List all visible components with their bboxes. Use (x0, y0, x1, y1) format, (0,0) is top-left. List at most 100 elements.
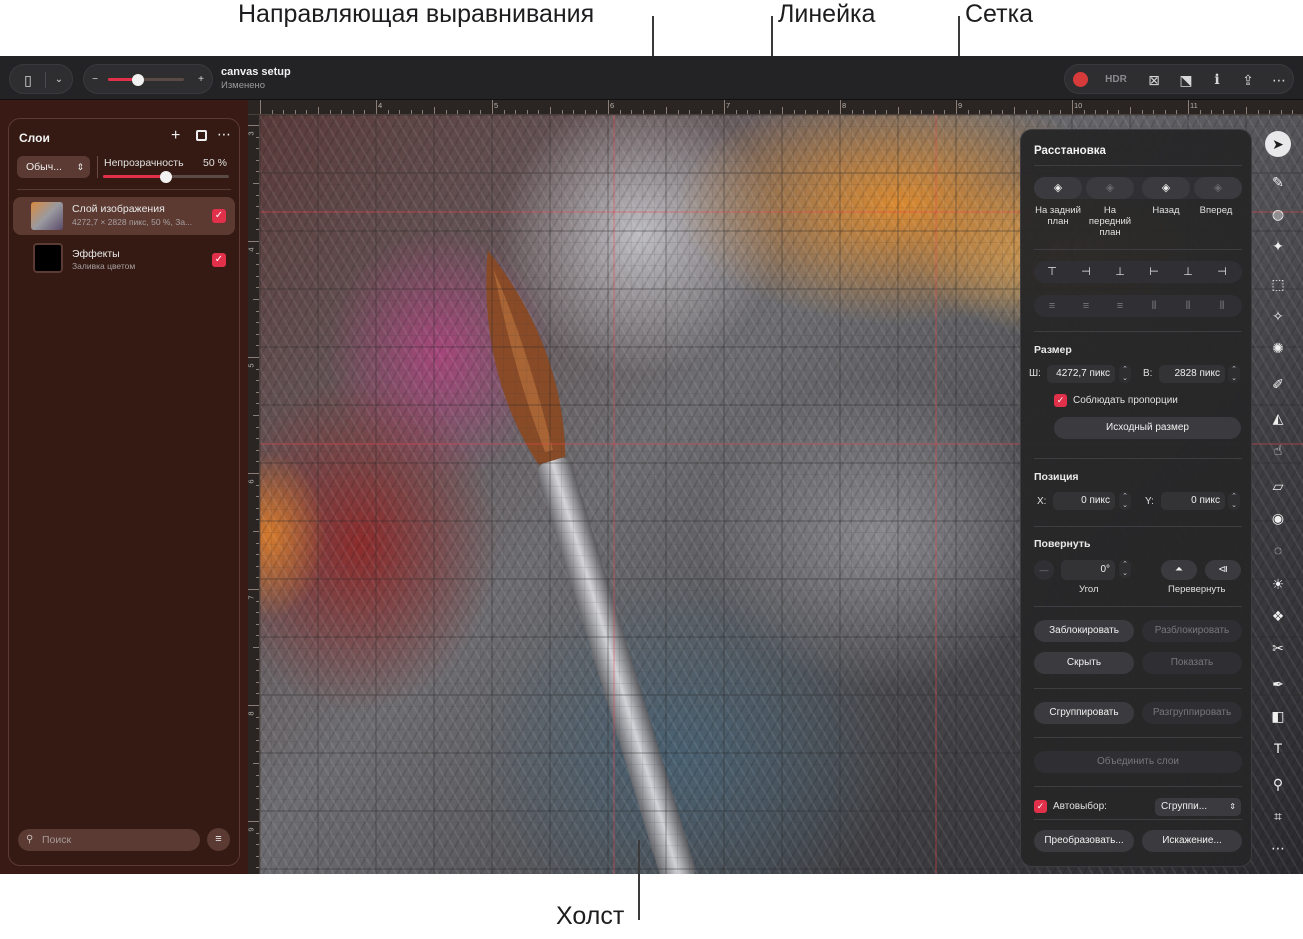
transform-button[interactable]: Преобразовать... (1034, 830, 1134, 852)
layer-name: Эффекты (72, 248, 120, 260)
y-stepper[interactable]: ⌃ ⌄ (1228, 492, 1240, 510)
layer-row-effects[interactable]: Эффекты Заливка цветом ✓ (13, 239, 235, 277)
angle-stepper[interactable]: ⌃ ⌄ (1119, 560, 1131, 578)
send-backward-icon[interactable]: ◈ (1142, 177, 1190, 199)
group-button[interactable]: Сгруппировать (1034, 702, 1134, 724)
chevron-down-icon[interactable]: ⌄ (48, 65, 70, 95)
record-icon[interactable] (1073, 72, 1088, 87)
show-button[interactable]: Показать (1142, 652, 1242, 674)
arrange-title: Расстановка (1034, 145, 1106, 157)
x-stepper[interactable]: ⌃ ⌄ (1119, 492, 1131, 510)
layer-visibility-checkbox[interactable]: ✓ (212, 209, 226, 223)
align-left-icon[interactable]: ⊢ (1142, 264, 1166, 280)
angle-dial[interactable]: — (1034, 560, 1054, 580)
hide-button[interactable]: Скрыть (1034, 652, 1134, 674)
height-stepper[interactable]: ⌃ ⌄ (1228, 365, 1240, 383)
mask-icon[interactable] (196, 130, 207, 141)
pointer-icon[interactable]: ➤ (1265, 131, 1291, 157)
zoom-slider[interactable] (108, 73, 184, 86)
info-icon[interactable]: i (1206, 65, 1228, 95)
zoom-icon[interactable]: ⚲ (1265, 771, 1291, 797)
paint-brush-icon[interactable]: ✐ (1265, 371, 1291, 397)
zoom-out-button[interactable]: − (88, 65, 102, 95)
flip-vertical-button[interactable]: ⏶ (1161, 560, 1197, 580)
y-field[interactable]: 0 пикс (1161, 492, 1225, 510)
quick-select-icon[interactable]: ✺ (1265, 335, 1291, 361)
eraser-icon[interactable]: ▱ (1265, 473, 1291, 499)
aspect-icon[interactable]: ⊠ (1143, 65, 1165, 95)
add-layer-icon[interactable]: + (171, 127, 180, 145)
lock-button[interactable]: Заблокировать (1034, 620, 1134, 642)
keep-ratio-checkbox[interactable]: ✓ (1054, 394, 1067, 407)
unlock-button[interactable]: Разблокировать (1142, 620, 1242, 642)
zoom-in-button[interactable]: + (194, 65, 208, 95)
blend-mode-select[interactable]: Обыч... ⇕ (17, 156, 90, 178)
distribute-top-icon[interactable]: ≡ (1040, 298, 1064, 314)
brush-fill-icon[interactable]: ✎ (1265, 169, 1291, 195)
distort-button[interactable]: Искажение... (1142, 830, 1242, 852)
align-bottom-icon[interactable]: ⊥ (1108, 264, 1132, 280)
pen-icon[interactable]: ✒ (1265, 671, 1291, 697)
autoselect-select[interactable]: Сгруппи... ⇕ (1155, 798, 1241, 816)
align-hcenter-icon[interactable]: ⊥ (1176, 264, 1200, 280)
width-field[interactable]: 4272,7 пикс (1047, 365, 1115, 383)
distribute-vcenter-icon[interactable]: ≡ (1074, 298, 1098, 314)
angle-label: Угол (1079, 584, 1099, 595)
effects-icon[interactable]: ❖ (1265, 603, 1291, 629)
original-size-button[interactable]: Исходный размер (1054, 417, 1241, 439)
width-stepper[interactable]: ⌃ ⌄ (1119, 365, 1131, 383)
distribute-hcenter-icon[interactable]: ⦀ (1176, 298, 1200, 314)
hdr-icon[interactable]: HDR (1101, 65, 1131, 95)
height-field[interactable]: 2828 пикс (1159, 365, 1225, 383)
align-top-icon[interactable]: ⊤ (1040, 264, 1064, 280)
autoselect-checkbox[interactable]: ✓ (1034, 800, 1047, 813)
x-field[interactable]: 0 пикс (1053, 492, 1115, 510)
sparkle-icon[interactable]: ✦ (1265, 233, 1291, 259)
color-mix-icon[interactable]: ◍ (1265, 201, 1291, 227)
merge-layers-button[interactable]: Объединить слои (1034, 751, 1242, 773)
more-icon[interactable]: ⋯ (1268, 65, 1290, 95)
sidebar-toggle-icon[interactable]: ▯ (16, 65, 40, 95)
distribute-bottom-icon[interactable]: ≡ (1108, 298, 1132, 314)
distribute-right-icon[interactable]: ⦀ (1210, 298, 1234, 314)
smudge-icon[interactable]: ☝ (1265, 437, 1291, 463)
bring-forward-icon[interactable]: ◈ (1194, 177, 1242, 199)
blur-icon[interactable]: ◌ (1265, 537, 1291, 563)
bring-to-front-icon[interactable]: ◈ (1086, 177, 1134, 199)
marquee-select-icon[interactable]: ⬚ (1265, 271, 1291, 297)
toolbar: ▯ ⌄ − + canvas setup Изменено HDR ⊠ ⬔ i … (0, 56, 1303, 100)
filter-button[interactable]: ≡ (207, 828, 230, 851)
angle-field[interactable]: 0° (1061, 560, 1115, 580)
vertical-ruler[interactable]: 3 4 5 6 7 8 9 (248, 115, 260, 874)
light-icon[interactable]: ☀ (1265, 571, 1291, 597)
clone-icon[interactable]: ◉ (1265, 505, 1291, 531)
layer-thumbnail (33, 243, 63, 273)
align-right-icon[interactable]: ⊣ (1210, 264, 1234, 280)
bring-to-front-label: На передний план (1088, 205, 1132, 238)
layers-more-icon[interactable]: ⋯ (217, 126, 231, 143)
layers-search-field[interactable]: ⚲ Поиск (18, 829, 200, 851)
ruler-tick-label: 5 (494, 101, 499, 110)
layer-row-image[interactable]: Слой изображения 4272,7 × 2828 пикс, 50 … (13, 197, 235, 235)
rotate-icon[interactable]: ⬔ (1175, 65, 1197, 95)
crop-icon[interactable]: ⌗ (1265, 803, 1291, 829)
layer-visibility-checkbox[interactable]: ✓ (212, 253, 226, 267)
send-to-back-icon[interactable]: ◈ (1034, 177, 1082, 199)
more-tools-icon[interactable]: ⋯ (1265, 835, 1291, 861)
align-row-1: ⊤ ⊣ ⊥ ⊢ ⊥ ⊣ (1034, 261, 1242, 283)
horizontal-ruler[interactable]: 456789101112 (248, 100, 1303, 115)
callout-ruler: Линейка (778, 0, 876, 28)
flip-horizontal-button[interactable]: ⧏ (1205, 560, 1241, 580)
align-vcenter-icon[interactable]: ⊣ (1074, 264, 1098, 280)
distribute-left-icon[interactable]: ⦀ (1142, 298, 1166, 314)
share-icon[interactable]: ⇪ (1237, 65, 1259, 95)
y-label: Y: (1145, 496, 1154, 507)
magic-wand-icon[interactable]: ✧ (1265, 303, 1291, 329)
ungroup-button[interactable]: Разгруппировать (1142, 702, 1242, 724)
retouch-icon[interactable]: ✂ (1265, 635, 1291, 661)
shapes-icon[interactable]: ◧ (1265, 703, 1291, 729)
ruler-tick-label: 8 (842, 101, 847, 110)
opacity-slider[interactable] (103, 170, 229, 183)
text-icon[interactable]: T (1265, 735, 1291, 761)
bucket-icon[interactable]: ◭ (1265, 405, 1291, 431)
